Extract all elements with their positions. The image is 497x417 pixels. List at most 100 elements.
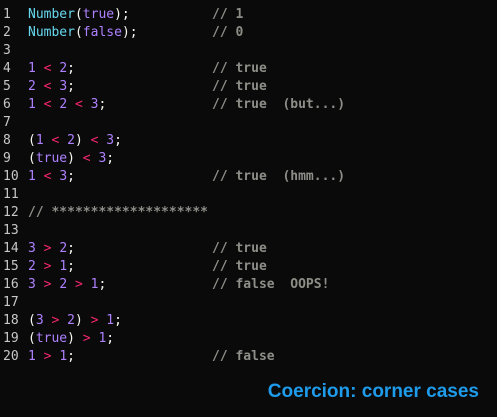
code-text: Number(false); — [28, 24, 138, 42]
code-token: // ******************** — [28, 205, 209, 220]
code-line[interactable]: 10 1 < 3; // true (hmm...) — [0, 168, 497, 186]
code-comment: // true — [212, 61, 267, 76]
code-text: (3 > 2) > 1; — [28, 312, 122, 330]
line-number: 11 — [3, 187, 19, 202]
code-comment: // true (hmm...) — [212, 169, 346, 184]
line-number: 2 — [3, 25, 11, 40]
code-token: 1 — [28, 349, 36, 364]
code-line[interactable]: 18 (3 > 2) > 1; — [0, 312, 497, 330]
line-number: 5 — [3, 79, 11, 94]
code-text: (true) > 1; — [28, 330, 114, 348]
line-number: 7 — [3, 115, 11, 130]
code-editor[interactable]: 1 Number(true);// 1 2 Number(false);// 0341… — [0, 0, 497, 417]
code-line[interactable]: 16 3 > 2 > 1; // false OOPS! — [0, 276, 497, 294]
code-comment: // true — [212, 241, 267, 256]
code-token: 1 — [59, 259, 68, 274]
slide-caption: Coercion: corner cases — [267, 381, 479, 402]
code-line[interactable]: 8 (1 < 2) < 3; — [0, 132, 497, 150]
code-text: 1 < 3; — [28, 168, 75, 186]
line-number: 10 — [3, 169, 19, 184]
code-line[interactable]: 20 1 > 1; // false — [0, 348, 497, 366]
code-token: 1 — [59, 349, 68, 364]
code-token: 2 — [59, 277, 68, 292]
code-text: 1 > 1; — [28, 348, 75, 366]
line-number: 1 — [3, 7, 11, 22]
code-line[interactable]: 7 — [0, 114, 497, 132]
code-token: 3 — [35, 313, 44, 328]
code-line[interactable]: 15 2 > 1; // true — [0, 258, 497, 276]
code-token: < — [82, 151, 91, 166]
code-line[interactable]: 13 — [0, 222, 497, 240]
code-token: ) — [74, 133, 91, 148]
code-token: ( — [74, 25, 83, 40]
code-token: 2 — [59, 97, 68, 112]
code-line[interactable]: 14 3 > 2; // true — [0, 240, 497, 258]
code-token: ; — [67, 61, 75, 76]
line-number: 6 — [3, 97, 11, 112]
code-token: 1 — [106, 313, 115, 328]
code-token: 2 — [59, 241, 68, 256]
code-line[interactable]: 2 Number(false); // 0 — [0, 24, 497, 42]
code-token: ); — [114, 7, 130, 22]
code-token: ); — [121, 25, 138, 40]
code-token: < — [74, 97, 83, 112]
code-token: ; — [106, 331, 115, 346]
code-token: 2 — [67, 313, 75, 328]
code-line[interactable]: 4 1 < 2; // true — [0, 60, 497, 78]
code-text: 2 < 3; — [28, 78, 75, 96]
code-line[interactable]: 3 — [0, 42, 497, 60]
code-token: 3 — [59, 169, 68, 184]
code-token: 2 — [59, 61, 68, 76]
code-comment: // true — [212, 79, 267, 94]
code-token: Number — [28, 25, 75, 40]
code-token: ; — [98, 97, 107, 112]
code-token: 3 — [28, 277, 36, 292]
code-line[interactable]: 5 2 < 3; // true — [0, 78, 497, 96]
code-text: (1 < 2) < 3; — [28, 132, 122, 150]
line-number: 4 — [3, 61, 11, 76]
code-token: 1 — [35, 133, 44, 148]
line-number: 9 — [3, 151, 11, 166]
code-token: > — [74, 277, 83, 292]
code-comment: // false — [212, 349, 275, 364]
line-number: 3 — [3, 43, 11, 58]
code-line[interactable]: 17 — [0, 294, 497, 312]
code-token: ; — [106, 151, 115, 166]
code-line[interactable]: 12 // ******************** — [0, 204, 497, 222]
code-text: 2 > 1; — [28, 258, 75, 276]
code-token: ; — [67, 259, 75, 274]
code-token: 3 — [28, 241, 36, 256]
code-token: ; — [67, 169, 75, 184]
code-comment: // true — [212, 259, 267, 274]
code-comment: // false OOPS! — [212, 277, 330, 292]
code-line[interactable]: 9 (true) < 3; — [0, 150, 497, 168]
code-line[interactable]: 11 — [0, 186, 497, 204]
code-token: 1 — [28, 61, 36, 76]
code-line[interactable]: 19 (true) > 1; — [0, 330, 497, 348]
code-token: 2 — [28, 79, 36, 94]
code-text: 3 > 2 > 1; — [28, 276, 106, 294]
code-token: 2 — [28, 259, 36, 274]
code-token: ) — [67, 331, 83, 346]
code-token: ) — [74, 313, 91, 328]
code-token: true — [35, 331, 68, 346]
code-text: 1 < 2; — [28, 60, 75, 78]
code-line[interactable]: 6 1 < 2 < 3; // true (but...) — [0, 96, 497, 114]
line-number: 18 — [3, 313, 19, 328]
line-number: 13 — [3, 223, 19, 238]
code-comment: // 1 — [212, 7, 244, 22]
code-token: ( — [28, 133, 36, 148]
code-line[interactable]: 1 Number(true); // 1 — [0, 6, 497, 24]
code-token: ; — [114, 313, 122, 328]
code-token: ; — [67, 349, 75, 364]
code-token: > — [82, 331, 91, 346]
